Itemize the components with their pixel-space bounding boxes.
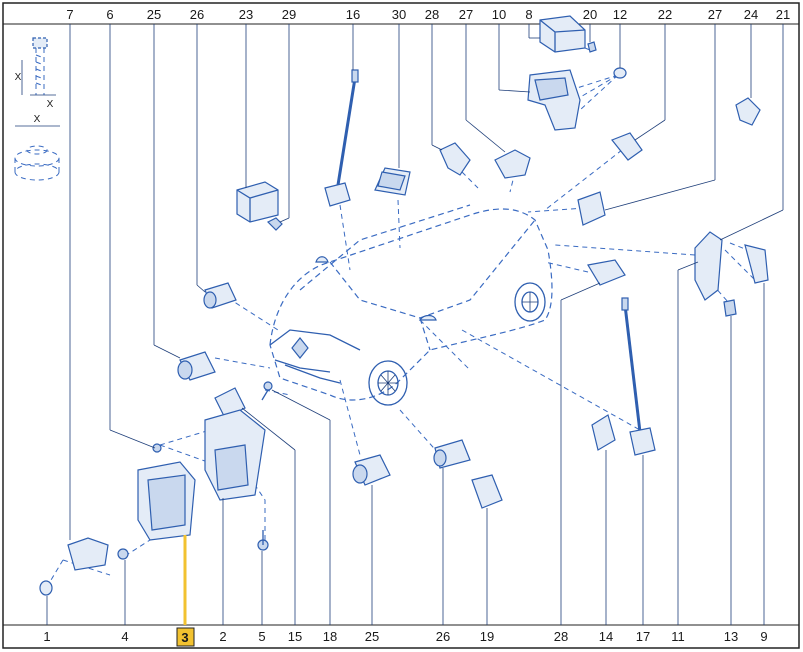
- part-16-camera-rod: [324, 69, 359, 207]
- exploded-parts-diagram: X X X 7 6 25 26 23 29 16 30 28 27 10 8 2…: [0, 0, 803, 652]
- part-19-unit: [471, 474, 503, 509]
- callout-top-6: 6: [106, 7, 113, 22]
- diagram-canvas: X X X 7 6 25 26 23 29 16 30 28 27 10 8 2…: [2, 2, 800, 649]
- callout-bottom-15: 15: [288, 629, 302, 644]
- callout-bottom-13: 13: [724, 629, 738, 644]
- part-27-cover-right: [577, 191, 606, 226]
- callout-top-24: 24: [744, 7, 758, 22]
- callout-top-23: 23: [239, 7, 253, 22]
- callout-bottom-25: 25: [365, 629, 379, 644]
- callout-top-27: 27: [459, 7, 473, 22]
- callout-top-27b: 27: [708, 7, 722, 22]
- rear-wheel: [514, 282, 546, 322]
- callout-bottom-11: 11: [671, 629, 685, 644]
- callout-bottom-3-highlighted: 3: [181, 630, 188, 645]
- nut-legend-icon: X: [14, 114, 60, 181]
- callout-bottom-28: 28: [554, 629, 568, 644]
- callout-top-21: 21: [776, 7, 790, 22]
- callout-top-7: 7: [66, 7, 73, 22]
- callout-top-26: 26: [190, 7, 204, 22]
- callout-bottom-18: 18: [323, 629, 337, 644]
- callout-bottom-1: 1: [43, 629, 50, 644]
- part-25-sensor-bottom: [352, 454, 391, 486]
- part-28-cover-top: [439, 142, 471, 176]
- part-5-screw: [257, 530, 269, 551]
- part-22-sensor: [611, 132, 643, 161]
- callout-bottom-14: 14: [599, 629, 613, 644]
- part-29-clip: [266, 217, 283, 231]
- part-12-nut: [613, 67, 627, 79]
- callout-top-28: 28: [425, 7, 439, 22]
- callout-top-30: 30: [392, 7, 406, 22]
- callout-bottom-26: 26: [436, 629, 450, 644]
- callout-top-16: 16: [346, 7, 360, 22]
- callout-bottom-17: 17: [636, 629, 650, 644]
- callout-top-25: 25: [147, 7, 161, 22]
- callout-top-12: 12: [613, 7, 627, 22]
- callout-top-8: 8: [525, 7, 532, 22]
- part-3-module: [137, 461, 196, 541]
- part-14-unit: [591, 414, 616, 451]
- part-26-sensor-bottom: [433, 439, 471, 469]
- callout-top-29: 29: [282, 7, 296, 22]
- callout-bottom-5: 5: [258, 629, 265, 644]
- part-10-radar-bracket: [527, 69, 581, 131]
- part-28-sensor-right: [587, 259, 626, 286]
- part-9-bracket: [744, 244, 769, 284]
- front-wheel: [368, 360, 408, 406]
- part-8-radar: [539, 15, 586, 53]
- callout-bottom-19: 19: [480, 629, 494, 644]
- part-25-sensor-left: [177, 351, 216, 381]
- part-26-sensor-left: [203, 282, 237, 309]
- part-17-camera-rod: [621, 297, 656, 456]
- bolt-legend-icon: [21, 37, 56, 96]
- part-24-clip: [735, 97, 761, 126]
- top-callout-labels: 7 6 25 26 23 29 16 30 28 27 10 8 20 12 2…: [66, 7, 790, 22]
- bottom-leader-lines: [46, 261, 765, 625]
- callout-bottom-9: 9: [760, 629, 767, 644]
- part-27-cover-top: [494, 149, 531, 179]
- part-11-bracket: [694, 231, 723, 301]
- part-4-screw: [117, 548, 129, 560]
- part-30-bracket: [374, 167, 411, 196]
- legend-x-label: X: [47, 99, 54, 110]
- callout-top-20: 20: [583, 7, 597, 22]
- bottom-callout-labels: 1 4 3 2 5 15 18 25 26 19 28 14 17 11 13 …: [43, 627, 768, 647]
- callout-bottom-4: 4: [121, 629, 128, 644]
- fastener-legend: X X X: [14, 37, 60, 181]
- legend-x-label: X: [15, 72, 22, 83]
- vehicle-outline: [269, 204, 553, 406]
- part-1-nut: [39, 580, 53, 596]
- legend-x-label: X: [34, 114, 41, 125]
- part-20-screw: [587, 41, 597, 53]
- part-18-screw: [261, 381, 273, 401]
- part-13-screw: [723, 299, 737, 317]
- part-7-bracket: [67, 537, 109, 571]
- callout-bottom-2: 2: [219, 629, 226, 644]
- part-23-control-unit: [236, 181, 279, 223]
- part-2-module-bracket: [204, 409, 266, 501]
- callout-top-10: 10: [492, 7, 506, 22]
- callout-top-22: 22: [658, 7, 672, 22]
